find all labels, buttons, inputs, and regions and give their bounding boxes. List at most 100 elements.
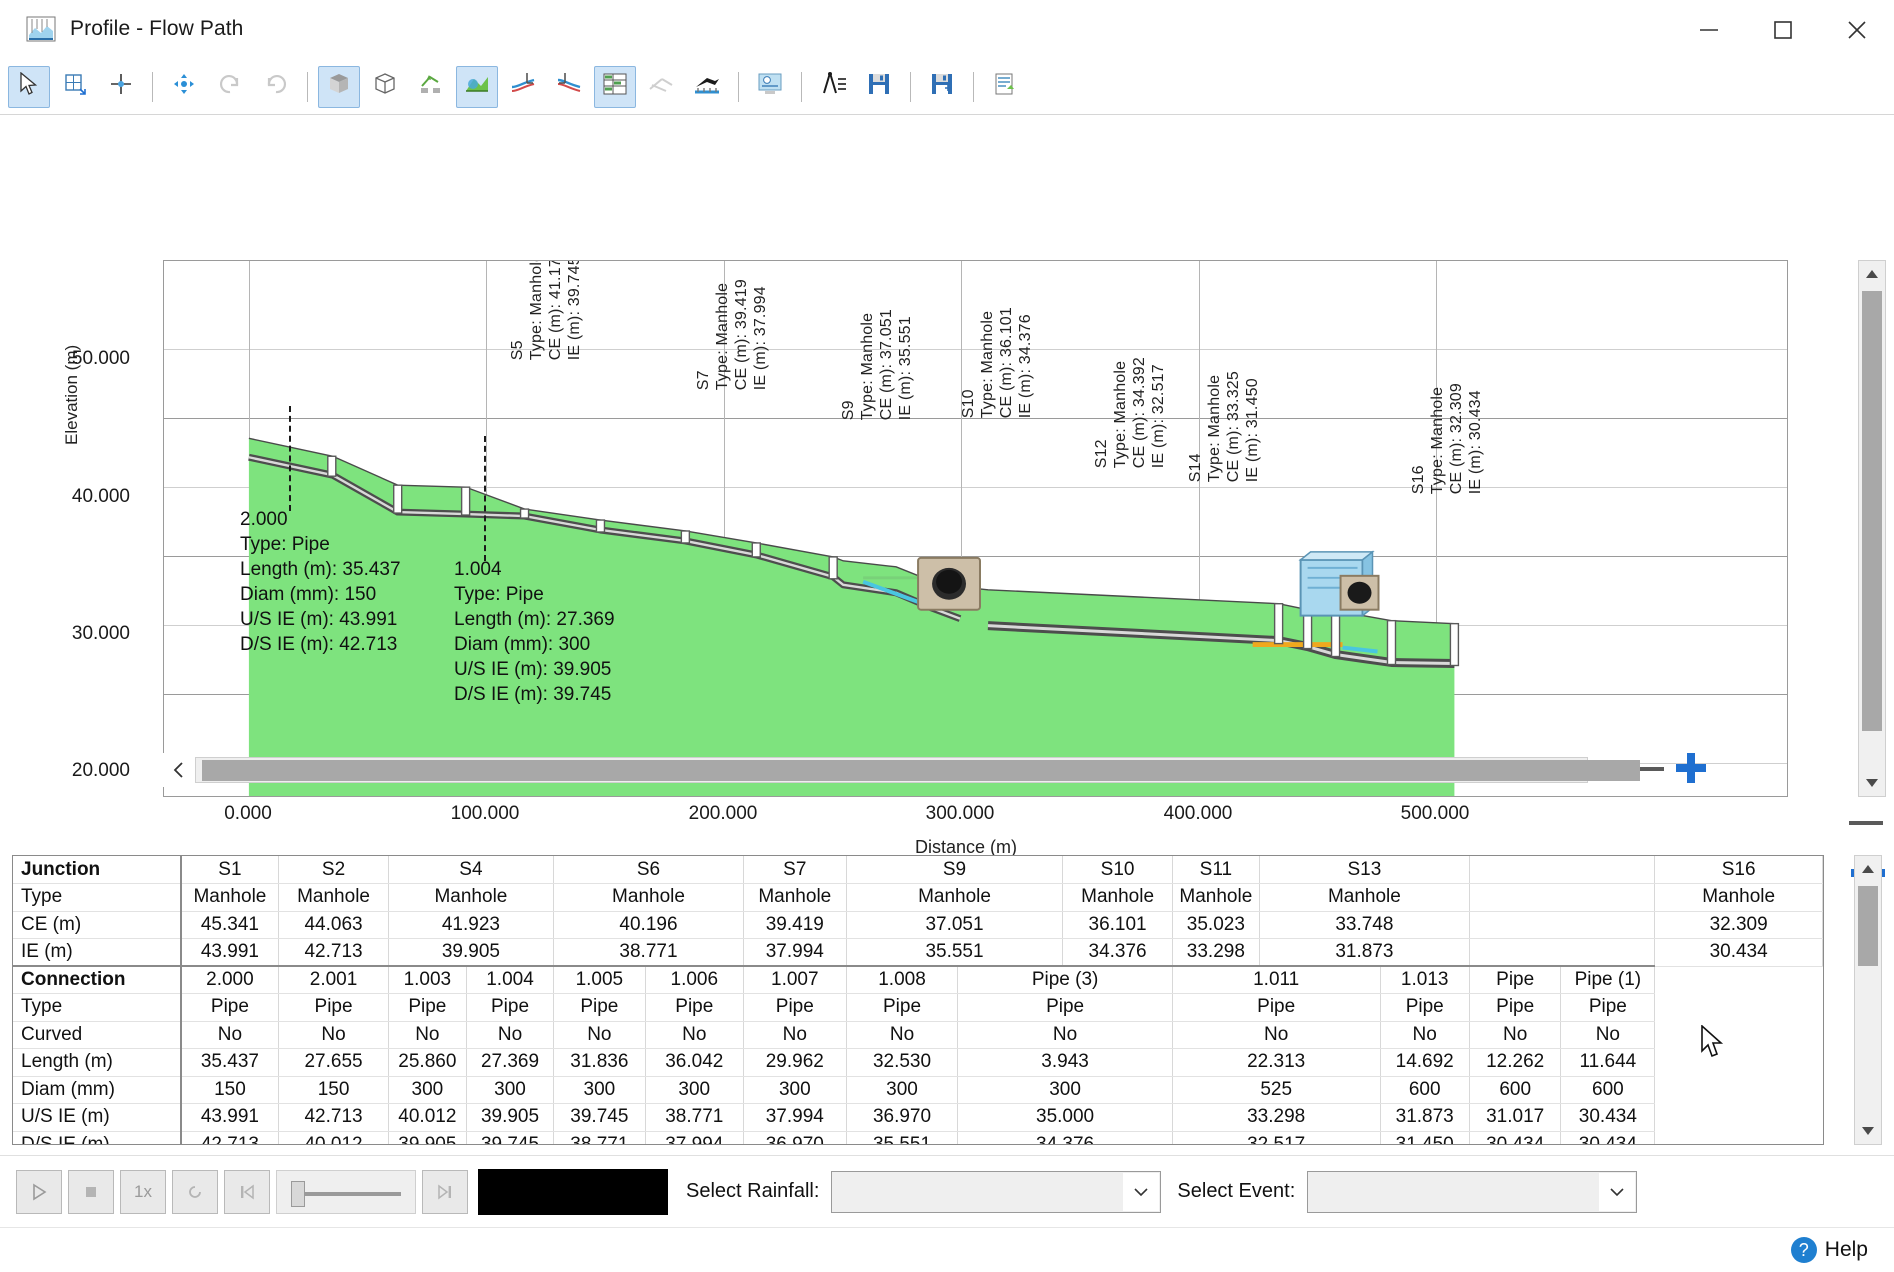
export-tool-button[interactable] [984,66,1026,108]
h-zoom-in-button[interactable] [1674,751,1708,790]
profile-up-tool-button[interactable] [502,66,544,108]
manhole-label-S7-id: S7 [695,370,712,391]
chart-vertical-scrollbar[interactable] [1858,260,1886,797]
cell-conn-diam-12: 600 [1560,1076,1656,1104]
manhole-label-S12-id: S12 [1093,439,1110,469]
cell-junction-ce-4: 39.419 [743,911,847,939]
wireframe-view-tool-button[interactable] [364,66,406,108]
compass-annotate-icon [819,71,847,102]
chevron-down-icon[interactable] [1599,1172,1636,1211]
manhole-label-S7-ce: CE (m): 39.419 [733,279,750,391]
cell-conn-dsie-1: 40.012 [278,1131,389,1144]
pipe-annotation-2000-dsie: D/S IE (m): 42.713 [240,634,398,655]
scroll-left-button[interactable] [163,753,195,787]
chart-zoom-out-button[interactable] [1849,815,1883,825]
animate-tool-button[interactable] [749,66,791,108]
chart-scroll-thumb[interactable] [1862,291,1882,731]
plot-area[interactable]: 2.000 Type: Pipe Length (m): 35.437 Diam… [163,260,1788,797]
annotate-tool-button[interactable] [812,66,854,108]
cell-conn-length-7: 32.530 [846,1048,959,1077]
loop-button[interactable] [172,1169,218,1214]
speed-label: 1x [134,1181,152,1201]
speed-button[interactable]: 1x [120,1169,166,1214]
stop-button[interactable] [68,1169,114,1214]
last-frame-button[interactable] [422,1169,468,1214]
table-row-connection-usie: U/S IE (m) 43.991 42.713 40.012 39.905 3… [13,1103,1823,1132]
flow-direction-tool-button[interactable] [686,66,728,108]
close-button[interactable] [1820,0,1894,59]
rotate-left-tool-button[interactable] [209,66,251,108]
cell-junction-type-7: Manhole [1172,883,1260,912]
profile-down-tool-button[interactable] [548,66,590,108]
scroll-down-button[interactable] [1859,770,1885,796]
select-rainfall-dropdown[interactable] [831,1170,1162,1213]
table-row-connection-length: Length (m) 35.437 27.655 25.860 27.369 3… [13,1048,1823,1077]
save-as-tool-button[interactable] [921,66,963,108]
solid-cube-icon [326,71,352,102]
save-tool-button[interactable] [858,66,900,108]
row-label-conn-usie: U/S IE (m) [13,1103,182,1132]
rotate-right-tool-button[interactable] [255,66,297,108]
cell-conn-diam-11: 600 [1469,1076,1562,1104]
select-event-dropdown[interactable] [1307,1170,1638,1213]
cell-conn-id-5: 1.006 [645,965,744,994]
cell-junction-type-9 [1469,883,1656,912]
fit-view-tool-button[interactable] [163,66,205,108]
window-pane-icon [63,72,87,101]
help-link[interactable]: Help [1825,1238,1868,1262]
cell-conn-id-10: 1.013 [1380,965,1470,994]
cell-conn-curved-11: No [1469,1021,1562,1049]
manhole-label-S10-ce: CE (m): 36.101 [998,307,1015,419]
wireframe-cube-icon [372,71,398,102]
cell-junction-id-1: S2 [278,856,389,884]
grid-table-tool-button[interactable] [594,65,636,108]
profile-data-grid[interactable]: Junction S1 S2 S4 S6 S7 S9 S10 S11 S13 S… [12,855,1824,1145]
cell-conn-length-5: 36.042 [645,1048,744,1077]
manhole-label-S5: S5 Type: Manhole CE (m): 41.170 IE (m): … [508,261,584,361]
play-button[interactable] [16,1169,62,1214]
cell-junction-ce-2: 41.923 [388,911,555,939]
manhole-label-S9-type: Type: Manhole [859,312,876,421]
cell-junction-id-10: S16 [1654,856,1823,884]
table-row-connection-type: Type Pipe Pipe Pipe Pipe Pipe Pipe Pipe … [13,993,1823,1022]
section-tool-button[interactable] [640,66,682,108]
row-label-conn-length: Length (m) [13,1048,182,1077]
time-slider-knob[interactable] [291,1180,305,1207]
cell-conn-usie-1: 42.713 [278,1103,389,1132]
cell-conn-id-1: 2.001 [278,965,389,994]
table-row-junction-type: Type Manhole Manhole Manhole Manhole Man… [13,883,1823,912]
cell-conn-dsie-10: 31.450 [1380,1131,1470,1144]
cell-conn-dsie-8: 34.376 [957,1131,1173,1144]
move-cross-icon [109,72,133,101]
grid-scroll-down-button[interactable] [1855,1118,1881,1144]
y-tick-30: 30.000 [71,623,130,644]
solid-view-tool-button[interactable] [318,65,360,108]
grid-scroll-thumb[interactable] [1858,886,1878,966]
h-scroll-track[interactable] [195,757,1640,783]
terrain-tool-button[interactable] [456,65,498,108]
cell-conn-dsie-12: 30.434 [1560,1131,1656,1144]
question-mark-icon[interactable]: ? [1790,1237,1817,1263]
ground-view-tool-button[interactable] [410,66,452,108]
save-disk-icon [866,71,892,102]
cell-junction-ie-0: 43.991 [180,938,280,967]
cell-conn-curved-12: No [1560,1021,1656,1049]
window-tool-button[interactable] [54,66,96,108]
scroll-up-button[interactable] [1859,261,1885,287]
grid-vertical-scrollbar[interactable] [1854,855,1882,1145]
row-label-junction-ce: CE (m) [13,911,182,939]
rotate-left-icon [218,72,242,101]
grid-scroll-up-button[interactable] [1855,856,1881,882]
time-slider[interactable] [276,1169,416,1214]
manhole-label-S12-ie: IE (m): 32.517 [1150,364,1167,469]
first-frame-button[interactable] [224,1169,270,1214]
pan-tool-button[interactable] [100,66,142,108]
select-tool-button[interactable] [8,65,50,108]
cell-conn-dsie-5: 37.994 [645,1131,744,1144]
h-scroll-thumb[interactable] [202,760,1640,781]
maximize-button[interactable] [1746,0,1820,59]
chart-horizontal-scrollbar[interactable] [163,751,1708,790]
chevron-down-icon[interactable] [1123,1172,1160,1211]
minimize-button[interactable] [1672,0,1746,59]
manhole-label-S5-id: S5 [509,340,526,361]
